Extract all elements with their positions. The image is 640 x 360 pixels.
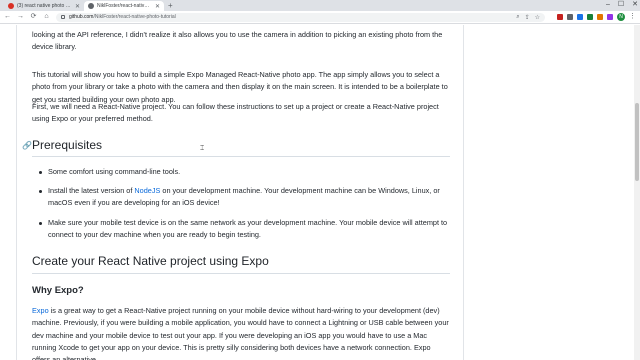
reload-button[interactable]: ⟳ bbox=[30, 11, 37, 23]
prereq-list: Make sure your mobile test device is on … bbox=[39, 217, 450, 242]
list-item-text: Install the latest version of bbox=[48, 186, 135, 195]
address-bar[interactable]: github.com/NiklFoster/react-native-photo… bbox=[56, 12, 545, 22]
maximize-button[interactable]: ☐ bbox=[618, 0, 624, 10]
close-icon[interactable]: ✕ bbox=[155, 3, 160, 10]
prereq-list: Some comfort using command-line tools. bbox=[39, 166, 450, 178]
star-icon[interactable]: ☆ bbox=[535, 14, 540, 21]
scrollbar-thumb[interactable] bbox=[635, 103, 639, 181]
lock-icon[interactable] bbox=[61, 15, 65, 19]
prereq-list: Install the latest version of NodeJS on … bbox=[39, 185, 450, 210]
url-text[interactable]: github.com/NiklFoster/react-native-photo… bbox=[69, 14, 176, 20]
paragraph: looking at the API reference, I didn't r… bbox=[32, 30, 443, 52]
youtube-icon bbox=[8, 3, 14, 9]
content-border-left bbox=[16, 25, 17, 360]
extension-icon[interactable] bbox=[557, 14, 563, 20]
content-border-right bbox=[463, 25, 464, 360]
tab-title: (3) react native photo tutorial - ... bbox=[17, 3, 72, 9]
extension-icon[interactable] bbox=[587, 14, 593, 20]
heading-divider bbox=[32, 156, 450, 157]
window-controls: – ☐ ✕ bbox=[606, 0, 638, 10]
extension-icon[interactable] bbox=[567, 14, 573, 20]
back-button[interactable]: ← bbox=[4, 11, 11, 23]
page-content: looking at the API reference, I didn't r… bbox=[0, 25, 634, 360]
omnibox-actions: ⌕ ⇪ ☆ bbox=[516, 14, 540, 21]
link-anchor-icon[interactable]: 🔗 bbox=[22, 140, 32, 152]
expo-link[interactable]: Expo bbox=[32, 306, 49, 315]
nodejs-link[interactable]: NodeJS bbox=[134, 186, 160, 195]
heading-create-project: Create your React Native project using E… bbox=[32, 254, 269, 268]
new-tab-button[interactable]: + bbox=[168, 1, 173, 11]
minimize-button[interactable]: – bbox=[606, 0, 610, 10]
paragraph: Expo is a great way to get a React-Nativ… bbox=[32, 305, 450, 360]
browser-tab-youtube[interactable]: (3) react native photo tutorial - ... ✕ bbox=[4, 1, 84, 11]
url-path: /NiklFoster/react-native-photo-tutorial bbox=[93, 14, 176, 20]
tab-strip: (3) react native photo tutorial - ... ✕ … bbox=[0, 0, 640, 11]
browser-tab-github[interactable]: NiklFoster/react-native-photo-tu... ✕ bbox=[84, 1, 164, 11]
heading-divider bbox=[32, 273, 450, 274]
share-icon[interactable]: ⇪ bbox=[525, 14, 530, 21]
paragraph-text: is a great way to get a React-Native pro… bbox=[32, 306, 449, 360]
extension-icon[interactable] bbox=[577, 14, 583, 20]
page-scrollbar[interactable] bbox=[634, 25, 640, 360]
heading-why-expo: Why Expo? bbox=[32, 285, 84, 296]
extension-icon[interactable] bbox=[607, 14, 613, 20]
mouse-cursor-icon: ⌶ bbox=[200, 145, 205, 152]
paragraph: First, we will need a React-Native proje… bbox=[32, 102, 439, 124]
search-icon[interactable]: ⌕ bbox=[516, 14, 519, 21]
list-item: Install the latest version of NodeJS on … bbox=[39, 185, 450, 210]
github-icon bbox=[88, 3, 94, 9]
tab-title: NiklFoster/react-native-photo-tu... bbox=[97, 3, 152, 9]
extension-icon[interactable] bbox=[597, 14, 603, 20]
forward-button[interactable]: → bbox=[17, 11, 24, 23]
heading-prerequisites: Prerequisites bbox=[32, 138, 103, 152]
profile-avatar[interactable]: N bbox=[617, 13, 625, 21]
extensions-bar: N ⋮ bbox=[557, 11, 636, 23]
close-window-button[interactable]: ✕ bbox=[632, 0, 638, 10]
list-item: Some comfort using command-line tools. bbox=[39, 166, 450, 178]
close-icon[interactable]: ✕ bbox=[75, 3, 80, 10]
browser-toolbar: ← → ⟳ ⌂ github.com/NiklFoster/react-nati… bbox=[0, 11, 640, 24]
list-item: Make sure your mobile test device is on … bbox=[39, 217, 450, 242]
url-host: github.com bbox=[69, 14, 94, 20]
home-button[interactable]: ⌂ bbox=[43, 11, 50, 23]
menu-icon[interactable]: ⋮ bbox=[629, 11, 636, 23]
